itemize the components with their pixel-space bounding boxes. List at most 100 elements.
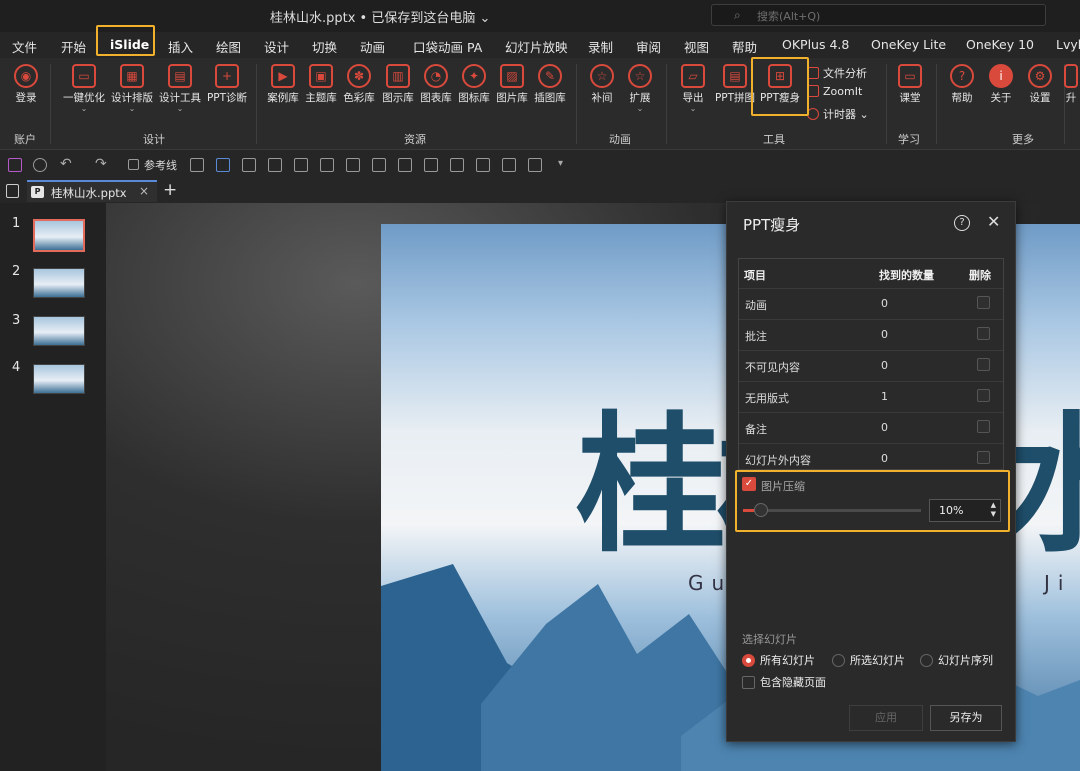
radio-dot <box>832 654 845 667</box>
slide-thumbnail-4[interactable] <box>33 364 85 394</box>
tab-animations[interactable]: 动画 <box>360 37 385 56</box>
question-icon: ? <box>950 64 974 88</box>
column-header-delete: 删除 <box>969 269 991 282</box>
info-icon: i <box>989 64 1013 88</box>
radio-all-slides[interactable]: 所有幻灯片 <box>742 652 815 668</box>
align-bottom-icon[interactable] <box>476 158 490 172</box>
layer-icon[interactable] <box>528 158 542 172</box>
table-row: 动画 0 <box>739 288 1003 319</box>
ppt-slim-highlight <box>751 57 809 116</box>
include-hidden-checkbox[interactable]: 包含隐藏页面 <box>742 674 826 690</box>
delete-checkbox[interactable] <box>977 296 990 309</box>
tab-view[interactable]: 视图 <box>684 37 709 56</box>
tab-slideshow[interactable]: 幻灯片放映 <box>505 37 568 56</box>
tab-okplus[interactable]: OKPlus 4.8 <box>782 37 849 52</box>
image-compression-label: 图片压缩 <box>761 480 805 493</box>
delete-checkbox[interactable] <box>977 389 990 402</box>
group-resources: 资源 <box>404 133 426 146</box>
delete-checkbox[interactable] <box>977 451 990 464</box>
radio-selected-slides[interactable]: 所选幻灯片 <box>832 652 905 668</box>
close-icon[interactable]: ✕ <box>987 212 1000 231</box>
customize-toolbar-icon[interactable]: ▾ <box>558 158 572 172</box>
align-tool-icon[interactable] <box>190 158 204 172</box>
tab-review[interactable]: 审阅 <box>636 37 661 56</box>
timer-button[interactable]: 计时器 ⌄ <box>807 106 869 122</box>
zoomit-button[interactable]: ZoomIt <box>807 85 862 98</box>
align-center-icon[interactable] <box>372 158 386 172</box>
extend-button[interactable]: ☆ 扩展 ⌄ <box>618 58 662 113</box>
upgrade-button[interactable]: 升 <box>1062 58 1080 105</box>
align-left-icon[interactable] <box>346 158 360 172</box>
tab-home[interactable]: 开始 <box>61 37 86 56</box>
group-icon[interactable] <box>294 158 308 172</box>
slide-thumbnail-1[interactable] <box>33 219 85 252</box>
table-row: 无用版式 1 <box>739 381 1003 412</box>
delete-checkbox[interactable] <box>977 358 990 371</box>
tab-insert[interactable]: 插入 <box>168 37 193 56</box>
slide-thumbnail-2[interactable] <box>33 268 85 298</box>
tab-onekey-lite[interactable]: OneKey Lite <box>871 37 946 52</box>
table-row: 备注 0 <box>739 412 1003 443</box>
save-as-button[interactable]: 另存为 <box>930 705 1002 731</box>
cleanup-table: 项目 找到的数量 删除 动画 0 批注 0 不可见内容 0 无用版式 1 备注 … <box>738 258 1004 470</box>
group-tools: 工具 <box>763 133 785 146</box>
select-slides-label: 选择幻灯片 <box>742 633 797 646</box>
radio-slide-sequence[interactable]: 幻灯片序列 <box>920 652 993 668</box>
tab-record[interactable]: 录制 <box>588 37 613 56</box>
apply-button[interactable]: 应用 <box>849 705 923 731</box>
align-right-icon[interactable] <box>398 158 412 172</box>
save-icon[interactable] <box>8 158 22 172</box>
settings-button[interactable]: ⚙ 设置 <box>1018 58 1062 105</box>
document-tab[interactable]: P 桂林山水.pptx × <box>27 180 157 202</box>
checkbox-box <box>742 676 755 689</box>
delete-checkbox[interactable] <box>977 420 990 433</box>
compression-value-stepper[interactable]: 10% ▲ ▼ <box>929 499 1001 522</box>
slide-subtitle-right: Ji <box>1044 571 1072 595</box>
select-icon[interactable] <box>268 158 282 172</box>
slide-thumbnail-3[interactable] <box>33 316 85 346</box>
tab-file[interactable]: 文件 <box>12 37 37 56</box>
compression-slider-track[interactable] <box>743 509 921 512</box>
search-box[interactable]: ⌕ 搜索(Alt+Q) <box>711 4 1046 26</box>
stepper-arrows-icon[interactable]: ▲ ▼ <box>991 501 996 519</box>
image-compression-checkbox[interactable]: ✓ <box>742 477 756 491</box>
tab-lvyh[interactable]: Lvyh <box>1056 37 1080 52</box>
text-box-icon[interactable] <box>216 158 230 172</box>
file-icon[interactable] <box>6 184 19 198</box>
close-icon[interactable]: × <box>139 184 149 198</box>
compression-slider-handle[interactable] <box>754 503 768 517</box>
tab-help[interactable]: 帮助 <box>732 37 757 56</box>
illustration-library-button[interactable]: ✎ 插图库 <box>528 58 572 105</box>
search-placeholder: 搜索(Alt+Q) <box>757 10 821 23</box>
guides-checkbox[interactable] <box>128 159 139 170</box>
format-painter-icon[interactable] <box>33 158 47 172</box>
tab-draw[interactable]: 绘图 <box>216 37 241 56</box>
align-middle-icon[interactable] <box>450 158 464 172</box>
tab-pocket-animation[interactable]: 口袋动画 PA <box>413 37 482 56</box>
star-icon: ☆ <box>590 64 614 88</box>
dialog-title: PPT瘦身 <box>743 216 801 234</box>
help-icon[interactable]: ? <box>954 215 970 231</box>
distribute-icon[interactable] <box>320 158 334 172</box>
tab-transitions[interactable]: 切换 <box>312 37 337 56</box>
chevron-down-icon: ⌄ <box>689 104 697 113</box>
islide-highlight <box>96 25 155 56</box>
classroom-button[interactable]: ▭ 课堂 <box>888 58 932 105</box>
monitor-icon: ▭ <box>72 64 96 88</box>
delete-checkbox[interactable] <box>977 327 990 340</box>
tab-design[interactable]: 设计 <box>264 37 289 56</box>
crop-icon[interactable] <box>242 158 256 172</box>
upgrade-icon <box>1064 64 1078 88</box>
login-button[interactable]: ◉ 登录 <box>4 58 48 105</box>
align-top-icon[interactable] <box>424 158 438 172</box>
undo-icon[interactable]: ↶ <box>60 157 74 172</box>
table-row: 幻灯片外内容 0 <box>739 443 1003 469</box>
arrange-icon[interactable] <box>502 158 516 172</box>
tab-onekey-10[interactable]: OneKey 10 <box>966 37 1034 52</box>
new-tab-icon[interactable]: + <box>163 180 177 200</box>
file-analysis-button[interactable]: 文件分析 <box>807 65 867 81</box>
search-icon: ⌕ <box>734 8 741 22</box>
window-title[interactable]: 桂林山水.pptx • 已保存到这台电脑 ⌄ <box>270 7 490 26</box>
redo-icon[interactable]: ↷ <box>95 157 109 172</box>
ppt-diagnose-button[interactable]: + PPT诊断 <box>205 58 249 105</box>
